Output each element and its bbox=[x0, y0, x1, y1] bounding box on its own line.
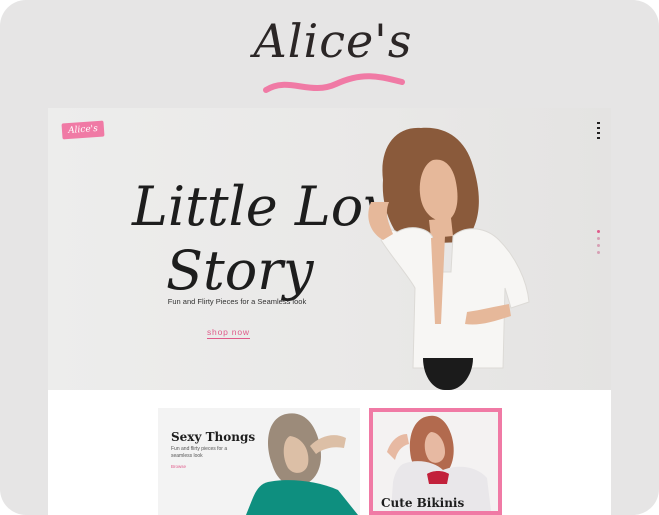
promo-title: Sexy Thongs bbox=[171, 430, 256, 444]
promo-card-bikinis[interactable]: Cute Bikinis bbox=[369, 408, 502, 515]
slider-dot[interactable] bbox=[597, 244, 600, 247]
slider-dot[interactable] bbox=[597, 230, 600, 233]
hero-title-line2: Story bbox=[166, 239, 314, 302]
brand-swash-icon bbox=[263, 73, 405, 93]
website-screenshot: Alice's Little Love Story Fun and Flirty… bbox=[48, 108, 611, 515]
promo-description: Fun and flirty pieces for a seamless loo… bbox=[171, 446, 228, 459]
hero-banner: Alice's Little Love Story Fun and Flirty… bbox=[48, 108, 611, 390]
promo-card-thongs[interactable]: Sexy Thongs Fun and flirty pieces for a … bbox=[158, 408, 360, 515]
promo-browse-link[interactable]: Browse bbox=[171, 464, 186, 469]
promo-title: Cute Bikinis bbox=[381, 496, 465, 510]
hero-subtitle: Fun and Flirty Pieces for a Seamless loo… bbox=[167, 297, 307, 306]
hero-model-image bbox=[368, 127, 530, 390]
slider-dots[interactable] bbox=[597, 230, 603, 258]
showcase-card: Alice's Alice's Little Love Story Fun an… bbox=[0, 0, 659, 515]
shop-now-link[interactable]: shop now bbox=[207, 327, 250, 339]
site-logo[interactable]: Alice's bbox=[61, 120, 105, 140]
brand-logo: Alice's bbox=[248, 14, 418, 94]
slider-dot[interactable] bbox=[597, 237, 600, 240]
hamburger-menu-icon[interactable] bbox=[597, 122, 601, 142]
slider-dot[interactable] bbox=[597, 251, 600, 254]
brand-logo-text: Alice's bbox=[253, 14, 413, 68]
promo-thongs-image bbox=[246, 413, 358, 515]
